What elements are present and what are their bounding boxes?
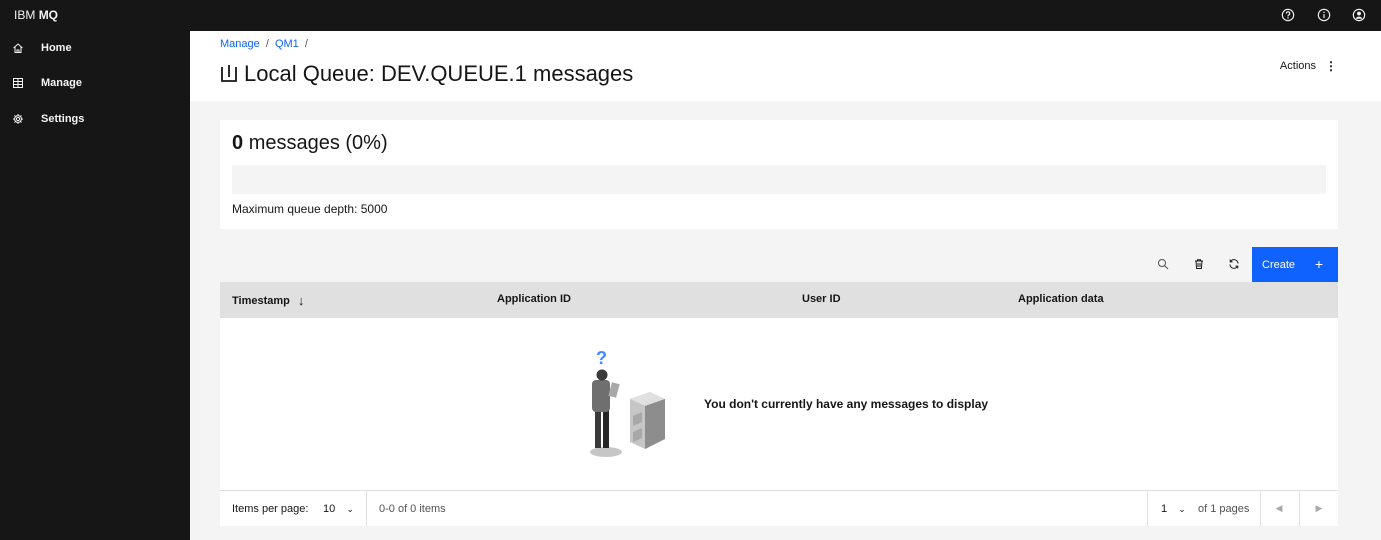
search-button[interactable] (1154, 255, 1172, 273)
refresh-icon (1229, 259, 1239, 269)
sort-descending-icon: ↓ (297, 293, 305, 308)
svg-text:?: ? (596, 348, 607, 368)
empty-state-illustration: ? (590, 348, 665, 457)
breadcrumb: Manage / QM1 / (220, 38, 311, 50)
column-label: User ID (802, 293, 841, 305)
page-title: Local Queue: DEV.QUEUE.1 messages (220, 61, 633, 87)
breadcrumb-manage[interactable]: Manage (220, 38, 260, 50)
queue-icon (220, 64, 238, 84)
sidebar-item-label: Manage (41, 77, 82, 89)
sidebar-item-home[interactable]: Home (0, 31, 190, 65)
page-title-text: Local Queue: DEV.QUEUE.1 messages (244, 61, 634, 86)
empty-state-message: You don't currently have any messages to… (704, 397, 989, 411)
breadcrumb-separator: / (265, 38, 269, 50)
breadcrumb-qm1[interactable]: QM1 (275, 38, 299, 50)
column-label: Application data (1018, 293, 1104, 305)
max-queue-depth: Maximum queue depth: 5000 (232, 202, 388, 216)
message-count-label: messages (0%) (248, 132, 388, 154)
info-icon[interactable] (1313, 4, 1335, 26)
create-message-button[interactable]: Create + (1252, 247, 1338, 282)
brand-logo[interactable]: IBM MQ (14, 8, 58, 22)
help-icon[interactable] (1277, 4, 1299, 26)
caret-left-icon: ◀ (1275, 503, 1283, 513)
queue-depth-bar (232, 165, 1326, 194)
column-label: Application ID (497, 293, 571, 305)
column-label: Timestamp (232, 294, 290, 307)
sidebar-item-manage[interactable]: Manage (0, 66, 190, 100)
sidebar-item-label: Settings (41, 113, 85, 125)
message-count: 0 (232, 132, 244, 154)
sidebar: Home Manage Settings (0, 31, 190, 540)
brand-prefix: IBM (14, 8, 36, 22)
breadcrumb-separator: / (304, 38, 308, 50)
column-header-application-data[interactable]: Application data (1018, 293, 1104, 305)
previous-page-button[interactable]: ◀ (1260, 491, 1298, 526)
table-header: Timestamp ↓ Application ID User ID Appli… (220, 282, 1338, 318)
divider (366, 491, 367, 526)
sidebar-item-settings[interactable]: Settings (0, 102, 190, 136)
user-avatar-icon[interactable] (1348, 4, 1370, 26)
items-per-page-select[interactable]: 10 ⌄ (323, 503, 354, 515)
home-icon (12, 42, 24, 54)
table-toolbar: Create + (220, 247, 1338, 282)
pagination: Items per page: 10 ⌄ 0-0 of 0 items 1 ⌄ … (220, 490, 1338, 526)
next-page-button[interactable]: ▶ (1300, 491, 1338, 526)
create-label: Create (1262, 258, 1296, 271)
top-header: IBM MQ (0, 0, 1381, 31)
actions-label: Actions (1279, 60, 1316, 72)
table-body-empty-state: ? You don't currently have any messages … (220, 318, 1338, 490)
brand-name: MQ (38, 8, 59, 22)
queue-depth-tile: 0 messages (0%) Maximum queue depth: 500… (220, 120, 1338, 229)
chevron-down-icon: ⌄ (1178, 504, 1186, 514)
sidebar-item-label: Home (41, 42, 72, 54)
overflow-menu-icon: ⋮ (1325, 59, 1337, 73)
chevron-down-icon: ⌄ (346, 504, 354, 514)
items-range: 0-0 of 0 items (379, 503, 446, 515)
column-header-application-id[interactable]: Application ID (497, 293, 571, 305)
page-number-select[interactable]: 1 ⌄ (1161, 503, 1186, 515)
queue-depth-heading: 0 messages (0%) (232, 132, 388, 155)
search-icon (1158, 259, 1169, 270)
caret-right-icon: ▶ (1315, 503, 1323, 513)
items-per-page-label: Items per page: (232, 503, 309, 515)
delete-button[interactable] (1190, 255, 1208, 273)
items-per-page-value: 10 (323, 503, 336, 515)
table-icon (12, 77, 24, 89)
column-header-timestamp[interactable]: Timestamp ↓ (232, 293, 304, 308)
refresh-button[interactable] (1225, 255, 1243, 273)
actions-menu-button[interactable]: Actions ⋮ (1280, 59, 1337, 73)
page-number-value: 1 (1161, 503, 1168, 515)
total-pages: of 1 pages (1198, 503, 1250, 515)
divider (1147, 491, 1148, 526)
column-header-user-id[interactable]: User ID (802, 293, 841, 305)
page-header: Manage / QM1 / Local Queue: DEV.QUEUE.1 … (190, 31, 1381, 101)
add-icon: + (1314, 256, 1323, 272)
gear-icon (12, 113, 24, 125)
trash-icon (1195, 259, 1203, 269)
